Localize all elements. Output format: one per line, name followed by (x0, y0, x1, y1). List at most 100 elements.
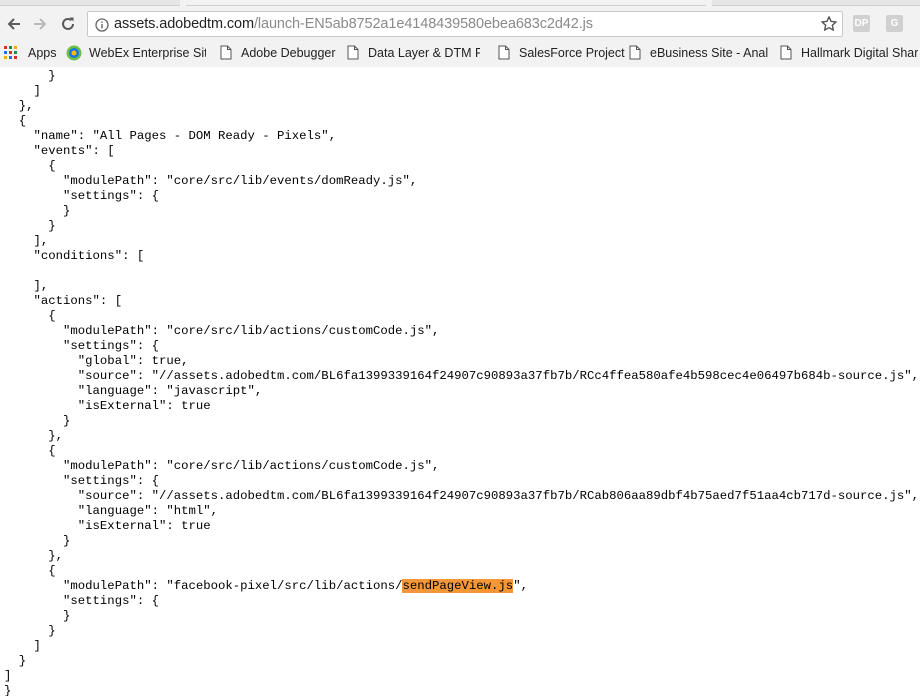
code-line: ] (4, 639, 41, 654)
code-text: { (4, 444, 56, 458)
back-arrow-icon (7, 18, 20, 30)
code-line: } (4, 69, 56, 84)
code-line: "settings": { (4, 474, 159, 489)
reload-button[interactable] (56, 12, 80, 36)
page-icon (780, 45, 792, 60)
code-line: } (4, 624, 55, 639)
code-text: "events": [ (4, 144, 115, 158)
code-text: } (4, 204, 71, 218)
url-path: /launch-EN5ab8752a1e4148439580ebea683c2d… (253, 16, 593, 32)
code-text: "settings": { (4, 339, 159, 353)
code-text: }, (4, 99, 34, 113)
code-text: "source": "//assets.adobedtm.com/BL6fa13… (4, 369, 920, 383)
code-text: } (4, 414, 71, 428)
code-text: } (4, 609, 71, 623)
bookmark-label: Hallmark Digital Shar (801, 45, 919, 60)
extension-dp-icon[interactable]: DP (853, 15, 870, 32)
bookmark-adobe-debugger[interactable]: Adobe Debugger (220, 43, 336, 62)
code-line: "isExternal": true (4, 519, 211, 534)
code-text: "source": "//assets.adobedtm.com/BL6fa13… (4, 489, 920, 503)
back-button[interactable] (2, 12, 26, 36)
code-line: "events": [ (4, 144, 115, 159)
code-text: "isExternal": true (4, 519, 211, 533)
info-icon[interactable] (95, 18, 109, 32)
browser-toolbar: assets.adobedtm.com/launch-EN5ab8752a1e4… (0, 0, 920, 67)
code-line: }, (4, 429, 63, 444)
code-line: "settings": { (4, 339, 159, 354)
bookmark-hallmark[interactable]: Hallmark Digital Shar (780, 43, 918, 62)
code-line: }, (4, 99, 34, 114)
code-line: "global": true, (4, 354, 189, 369)
webex-logo-icon (66, 45, 82, 60)
code-text: { (4, 114, 27, 128)
code-line: ] (4, 669, 11, 684)
bookmark-label: WebEx Enterprise Site (89, 45, 206, 60)
json-source-view[interactable]: } ] }, { "name": "All Pages - DOM Ready … (0, 67, 920, 696)
code-text: } (4, 654, 27, 668)
code-line: ] (4, 84, 41, 99)
bookmark-label: Apps (28, 45, 57, 60)
bookmark-data-layer[interactable]: Data Layer & DTM Pr (347, 43, 480, 62)
code-line: "modulePath": "core/src/lib/events/domRe… (4, 174, 417, 189)
code-line: "modulePath": "core/src/lib/actions/cust… (4, 459, 439, 474)
code-line: { (4, 309, 56, 324)
code-line: "settings": { (4, 189, 159, 204)
bookmark-star-icon[interactable] (820, 15, 838, 33)
apps-grid-icon (4, 45, 17, 59)
code-text: { (4, 159, 56, 173)
code-text: "settings": { (4, 474, 159, 488)
code-text: "modulePath": "core/src/lib/actions/cust… (4, 324, 440, 338)
code-text: } (4, 219, 56, 233)
code-text: ] (4, 639, 41, 653)
code-text: "language": "html", (4, 504, 219, 518)
tab-strip-right (712, 0, 920, 6)
code-line: "name": "All Pages - DOM Ready - Pixels"… (4, 129, 337, 144)
bookmark-label: SalesForce Project (519, 45, 625, 60)
code-line: "source": "//assets.adobedtm.com/BL6fa13… (4, 489, 919, 504)
code-line: "actions": [ (4, 294, 123, 309)
bookmark-webex[interactable]: WebEx Enterprise Site (66, 43, 206, 62)
code-text: { (4, 309, 56, 323)
code-line: }, (4, 549, 63, 564)
code-line: } (4, 609, 70, 624)
page-icon (629, 45, 641, 60)
code-text: { (4, 564, 56, 578)
code-text: "modulePath": "core/src/lib/actions/cust… (4, 459, 440, 473)
code-text: ], (4, 279, 49, 293)
code-text: "global": true, (4, 354, 189, 368)
code-line: } (4, 219, 56, 234)
code-line: "language": "html", (4, 504, 218, 519)
bookmark-apps[interactable]: Apps (4, 43, 57, 62)
extension-g-icon[interactable]: G (886, 15, 903, 32)
code-line: ], (4, 234, 49, 249)
reload-icon (62, 17, 74, 30)
code-text: "settings": { (4, 189, 159, 203)
bookmark-label: Adobe Debugger (241, 45, 336, 60)
code-text: "name": "All Pages - DOM Ready - Pixels"… (4, 129, 337, 143)
code-text: "language": "javascript", (4, 384, 263, 398)
code-text: "actions": [ (4, 294, 123, 308)
code-line: } (4, 654, 26, 669)
page-icon (347, 45, 359, 60)
bookmark-ebusiness[interactable]: eBusiness Site - Analy (629, 43, 768, 62)
code-text: ] (4, 84, 41, 98)
code-text: "settings": { (4, 594, 159, 608)
address-bar[interactable]: assets.adobedtm.com/launch-EN5ab8752a1e4… (87, 11, 843, 37)
page-icon (220, 45, 232, 60)
forward-button[interactable] (28, 12, 52, 36)
bookmarks-bar: Apps WebEx Enterprise Site Adobe Debugge… (0, 42, 920, 63)
code-text: }, (4, 429, 64, 443)
bookmark-label: Data Layer & DTM Pr (368, 45, 480, 60)
code-text: "conditions": [ (4, 249, 145, 263)
bookmark-salesforce[interactable]: SalesForce Project (498, 43, 625, 62)
url-text[interactable]: assets.adobedtm.com/launch-EN5ab8752a1e4… (114, 16, 593, 32)
page-icon (498, 45, 510, 60)
code-line: "isExternal": true (4, 399, 211, 414)
tab-strip (0, 0, 180, 6)
forward-arrow-icon (34, 18, 47, 30)
code-line: } (4, 414, 70, 429)
code-text: } (4, 69, 56, 83)
code-text: }, (4, 549, 64, 563)
code-line: "settings": { (4, 594, 159, 609)
code-line: } (4, 684, 11, 696)
